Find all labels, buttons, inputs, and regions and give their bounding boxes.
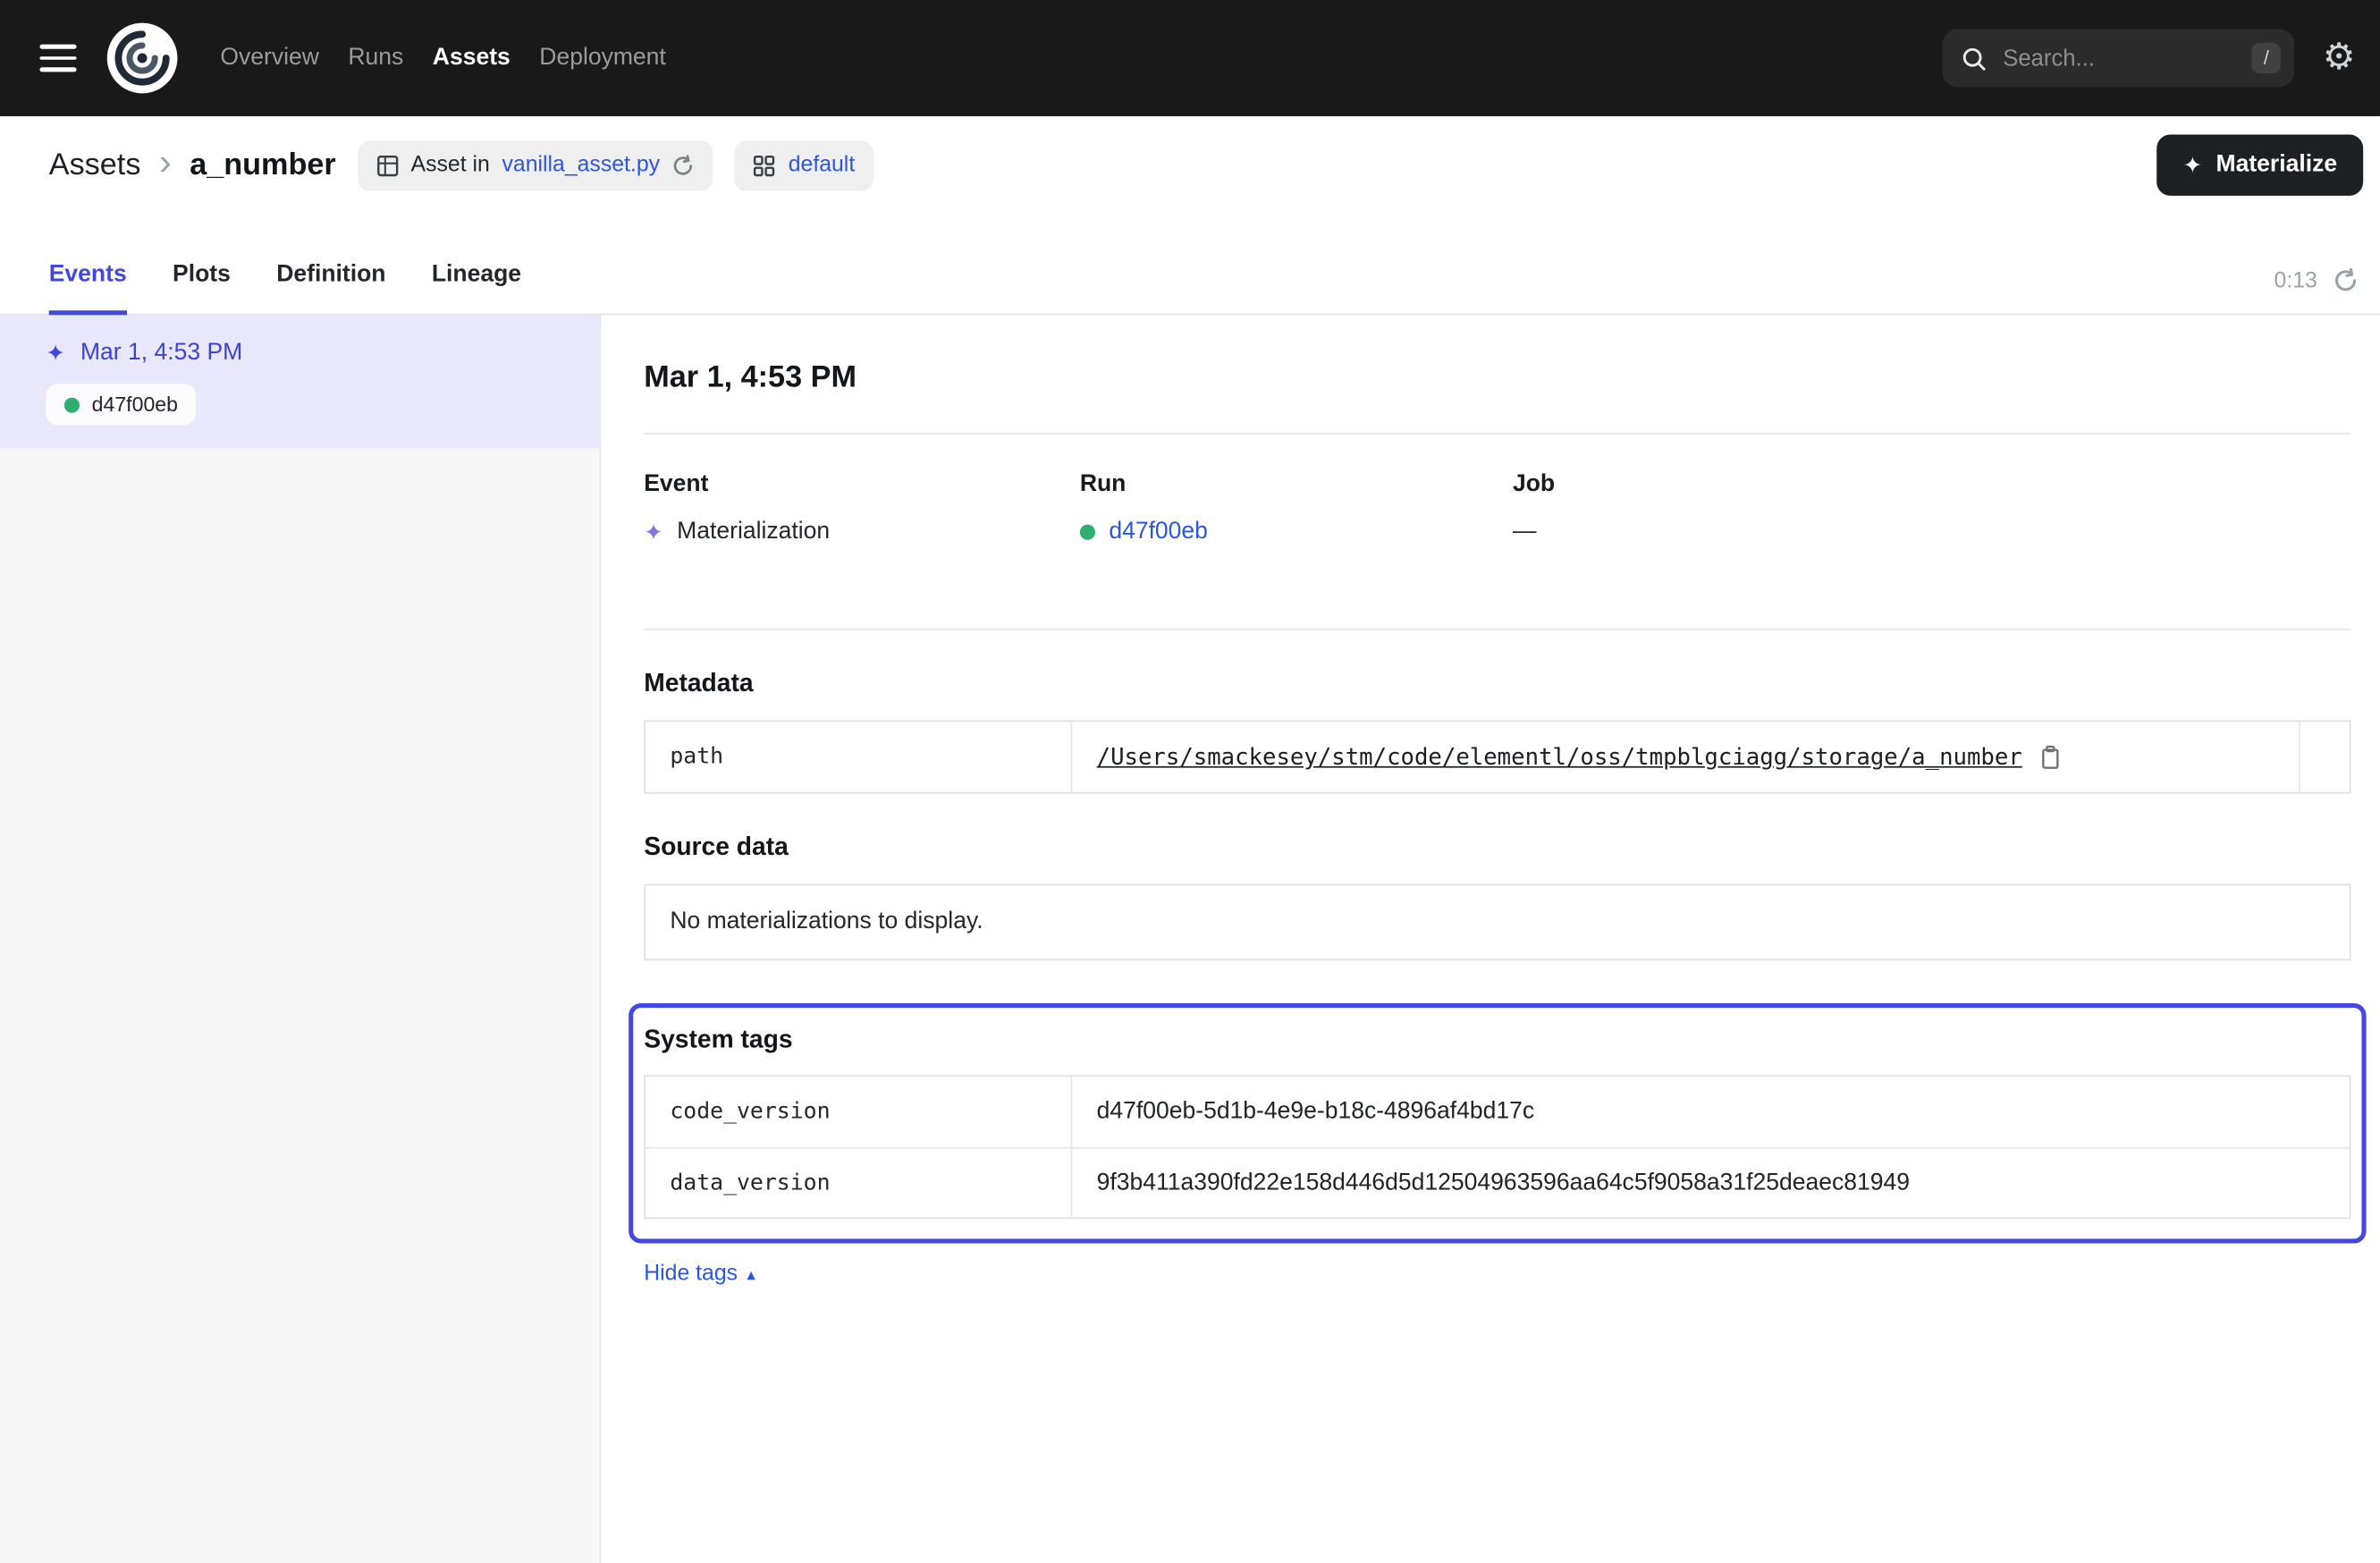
refresh-group: 0:13	[2275, 267, 2359, 315]
system-tag-row: data_version 9f3b411a390fd22e158d446d5d1…	[646, 1147, 2350, 1218]
event-label: Event	[644, 471, 1080, 499]
event-detail-title: Mar 1, 4:53 PM	[644, 361, 2350, 396]
top-nav-bar: Overview Runs Assets Deployment / ⚙	[0, 0, 2380, 116]
materialization-sparkle-icon: ✦	[644, 519, 663, 546]
nav-item-overview[interactable]: Overview	[220, 35, 319, 80]
nav-item-runs[interactable]: Runs	[348, 35, 403, 80]
run-column: Run d47f00eb	[1080, 471, 1513, 546]
tag-value: 9f3b411a390fd22e158d446d5d12504963596aa6…	[1072, 1148, 2350, 1217]
system-tags-table: code_version d47f00eb-5d1b-4e9e-b18c-489…	[644, 1075, 2350, 1219]
metadata-row: path /Users/smackesey/stm/code/elementl/…	[646, 722, 2350, 792]
tag-value: d47f00eb-5d1b-4e9e-b18c-4896af4bd17c	[1072, 1077, 2350, 1147]
asset-file-link[interactable]: vanilla_asset.py	[502, 153, 661, 177]
table-grid-icon	[376, 154, 399, 177]
event-column: Event ✦ Materialization	[644, 471, 1080, 546]
hide-tags-label: Hide tags	[644, 1262, 738, 1286]
system-tags-highlight-box: System tags code_version d47f00eb-5d1b-4…	[629, 1003, 2366, 1244]
tab-lineage[interactable]: Lineage	[432, 261, 521, 315]
caret-up-icon: ▴	[747, 1264, 755, 1284]
search-icon	[1960, 44, 1989, 72]
run-value: d47f00eb	[1080, 519, 1513, 546]
source-data-empty-message: No materializations to display.	[644, 884, 2350, 961]
tab-definition[interactable]: Definition	[276, 261, 385, 315]
metadata-actions-cell	[2299, 722, 2349, 792]
main-nav: Overview Runs Assets Deployment	[220, 35, 665, 80]
tab-plots[interactable]: Plots	[173, 261, 231, 315]
metadata-value: /Users/smackesey/stm/code/elementl/oss/t…	[1072, 722, 2299, 792]
asset-definition-badge: Asset in vanilla_asset.py	[358, 139, 713, 190]
materialize-button[interactable]: ✦ Materialize	[2156, 135, 2363, 196]
run-badge[interactable]: d47f00eb	[46, 384, 196, 425]
search-shortcut-hint: /	[2251, 43, 2282, 73]
source-data-title: Source data	[644, 833, 2350, 862]
sparkle-icon: ✦	[2183, 151, 2203, 179]
metadata-key: path	[646, 722, 1072, 792]
group-default-link[interactable]: default	[789, 153, 855, 177]
materialize-label: Materialize	[2215, 151, 2337, 179]
asset-page-header: Assets › a_number Asset in vanilla_asset…	[0, 116, 2380, 214]
settings-gear-icon[interactable]: ⚙	[2323, 39, 2356, 76]
dagster-logo[interactable]	[107, 23, 178, 94]
tag-key: data_version	[646, 1148, 1072, 1217]
system-tags-title: System tags	[644, 1027, 2350, 1055]
breadcrumb-asset-name: a_number	[190, 148, 336, 182]
event-detail-panel: Mar 1, 4:53 PM Event ✦ Materialization R…	[601, 315, 2380, 1563]
asset-in-label: Asset in	[411, 153, 490, 177]
asset-group-badge: default	[735, 139, 874, 190]
path-link[interactable]: /Users/smackesey/stm/code/elementl/oss/t…	[1097, 743, 2022, 771]
run-status-dot	[1080, 525, 1095, 540]
run-id: d47f00eb	[92, 393, 178, 417]
event-list-item[interactable]: ✦ Mar 1, 4:53 PM d47f00eb	[0, 315, 600, 448]
tab-bar: Events Plots Definition Lineage 0:13	[0, 214, 2380, 315]
system-tag-row: code_version d47f00eb-5d1b-4e9e-b18c-489…	[646, 1077, 2350, 1147]
dagster-app: Overview Runs Assets Deployment / ⚙ Asse…	[0, 0, 2380, 1563]
run-label: Run	[1080, 471, 1513, 499]
event-summary-columns: Event ✦ Materialization Run d47f00eb Job	[644, 435, 2350, 592]
event-timestamp: Mar 1, 4:53 PM	[80, 340, 242, 368]
breadcrumb-assets-link[interactable]: Assets	[49, 148, 141, 182]
job-value: —	[1513, 519, 2351, 546]
search-box[interactable]: /	[1944, 29, 2295, 87]
asset-group-icon	[753, 154, 776, 177]
breadcrumb: Assets › a_number	[49, 145, 336, 186]
copy-icon[interactable]	[2039, 744, 2063, 770]
refresh-countdown: 0:13	[2275, 268, 2317, 292]
logo-swirl-icon	[108, 24, 175, 91]
chevron-right-icon: ›	[159, 145, 172, 186]
main-area: ✦ Mar 1, 4:53 PM d47f00eb Mar 1, 4:53 PM…	[0, 315, 2380, 1563]
events-sidebar: ✦ Mar 1, 4:53 PM d47f00eb	[0, 315, 601, 1563]
event-value: ✦ Materialization	[644, 519, 1080, 546]
job-label: Job	[1513, 471, 2351, 499]
event-timestamp-row: ✦ Mar 1, 4:53 PM	[46, 340, 569, 368]
refresh-icon[interactable]	[2333, 267, 2359, 293]
nav-item-deployment[interactable]: Deployment	[539, 35, 666, 80]
reload-definitions-icon[interactable]	[672, 154, 696, 177]
search-input[interactable]	[2003, 45, 2237, 71]
tag-key: code_version	[646, 1077, 1072, 1147]
event-type-text: Materialization	[677, 519, 830, 546]
menu-hamburger-icon[interactable]	[39, 45, 76, 72]
materialization-sparkle-icon: ✦	[46, 340, 65, 368]
hide-tags-toggle[interactable]: Hide tags ▴	[644, 1262, 755, 1286]
tab-events[interactable]: Events	[49, 261, 127, 315]
job-column: Job —	[1513, 471, 2351, 546]
metadata-title: Metadata	[644, 670, 2350, 698]
metadata-table: path /Users/smackesey/stm/code/elementl/…	[644, 721, 2350, 794]
divider	[644, 629, 2350, 630]
run-id-link[interactable]: d47f00eb	[1109, 519, 1208, 546]
nav-item-assets[interactable]: Assets	[433, 35, 511, 80]
run-status-dot	[64, 397, 80, 412]
